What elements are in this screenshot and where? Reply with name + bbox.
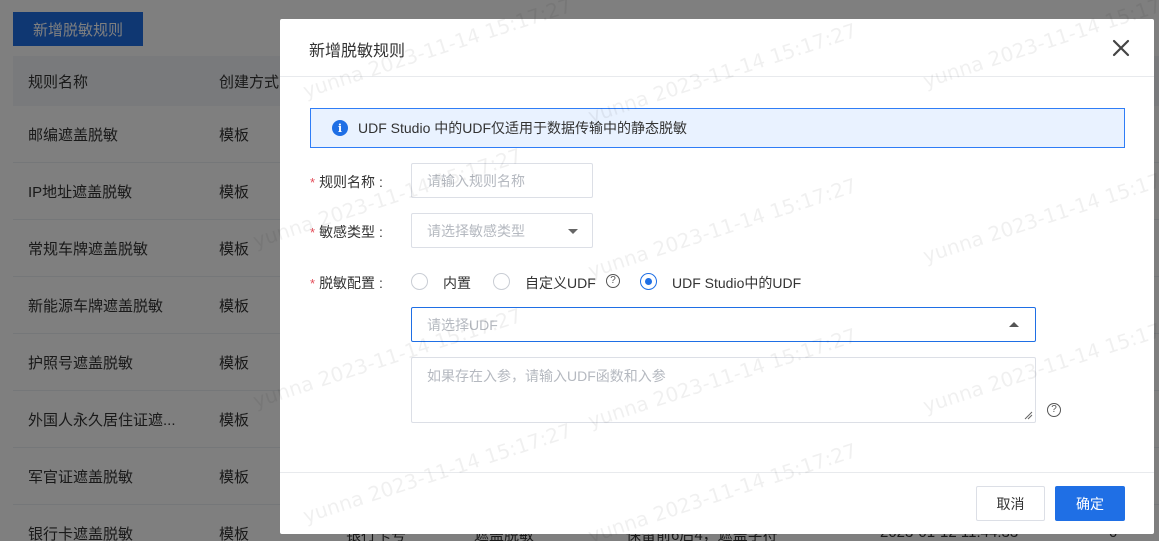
page: 新增脱敏规则 规则名称 创建方式 邮编遮盖脱敏 模板 IP地址遮盖脱敏 模板 常…	[0, 0, 1159, 541]
add-rule-dialog: 新增脱敏规则 i UDF Studio 中的UDF仅适用于数据传输中的静态脱敏 …	[280, 19, 1154, 534]
rule-name-input[interactable]: 请输入规则名称	[411, 163, 593, 198]
udf-params-textarea[interactable]: 如果存在入参，请输入UDF函数和入参	[411, 357, 1036, 423]
info-icon: i	[332, 120, 348, 136]
rule-name-label: * 规则名称 :	[310, 172, 383, 192]
confirm-button[interactable]: 确定	[1055, 486, 1125, 521]
sensitive-type-select[interactable]: 请选择敏感类型	[411, 213, 593, 248]
mask-config-label-text: 脱敏配置	[319, 275, 376, 291]
help-icon[interactable]: ?	[606, 274, 620, 288]
dialog-title: 新增脱敏规则	[309, 43, 406, 60]
radio-udf-studio[interactable]	[640, 273, 657, 290]
required-mark: *	[310, 175, 316, 190]
radio-custom-udf-label[interactable]: 自定义UDF	[525, 273, 596, 293]
radio-builtin-label[interactable]: 内置	[443, 273, 471, 293]
label-colon: :	[375, 224, 383, 240]
info-text: UDF Studio 中的UDF仅适用于数据传输中的静态脱敏	[358, 120, 688, 136]
udf-params-placeholder: 如果存在入参，请输入UDF函数和入参	[427, 368, 666, 384]
cancel-button[interactable]: 取消	[976, 486, 1045, 521]
chevron-down-icon	[568, 229, 578, 234]
info-alert: i UDF Studio 中的UDF仅适用于数据传输中的静态脱敏	[310, 108, 1125, 148]
dialog-header: 新增脱敏规则	[280, 19, 1154, 77]
udf-select[interactable]: 请选择UDF	[411, 307, 1036, 342]
help-icon[interactable]: ?	[1047, 403, 1061, 417]
radio-custom-udf[interactable]	[493, 273, 510, 290]
label-colon: :	[375, 275, 383, 291]
required-mark: *	[310, 225, 316, 240]
rule-name-placeholder: 请输入规则名称	[427, 172, 525, 189]
sensitive-type-label-text: 敏感类型	[319, 224, 376, 240]
radio-builtin[interactable]	[411, 273, 428, 290]
udf-select-placeholder: 请选择UDF	[427, 316, 498, 333]
radio-udf-studio-label[interactable]: UDF Studio中的UDF	[672, 273, 801, 293]
label-colon: :	[375, 174, 383, 190]
mask-config-label: * 脱敏配置 :	[310, 273, 383, 293]
close-icon[interactable]	[1110, 37, 1132, 59]
dialog-footer: 取消 确定	[280, 472, 1154, 534]
sensitive-type-label: * 敏感类型 :	[310, 222, 383, 242]
chevron-up-icon	[1009, 322, 1019, 327]
resize-handle-icon[interactable]	[1023, 410, 1033, 420]
rule-name-label-text: 规则名称	[319, 174, 376, 190]
sensitive-type-placeholder: 请选择敏感类型	[427, 222, 525, 239]
required-mark: *	[310, 276, 316, 291]
